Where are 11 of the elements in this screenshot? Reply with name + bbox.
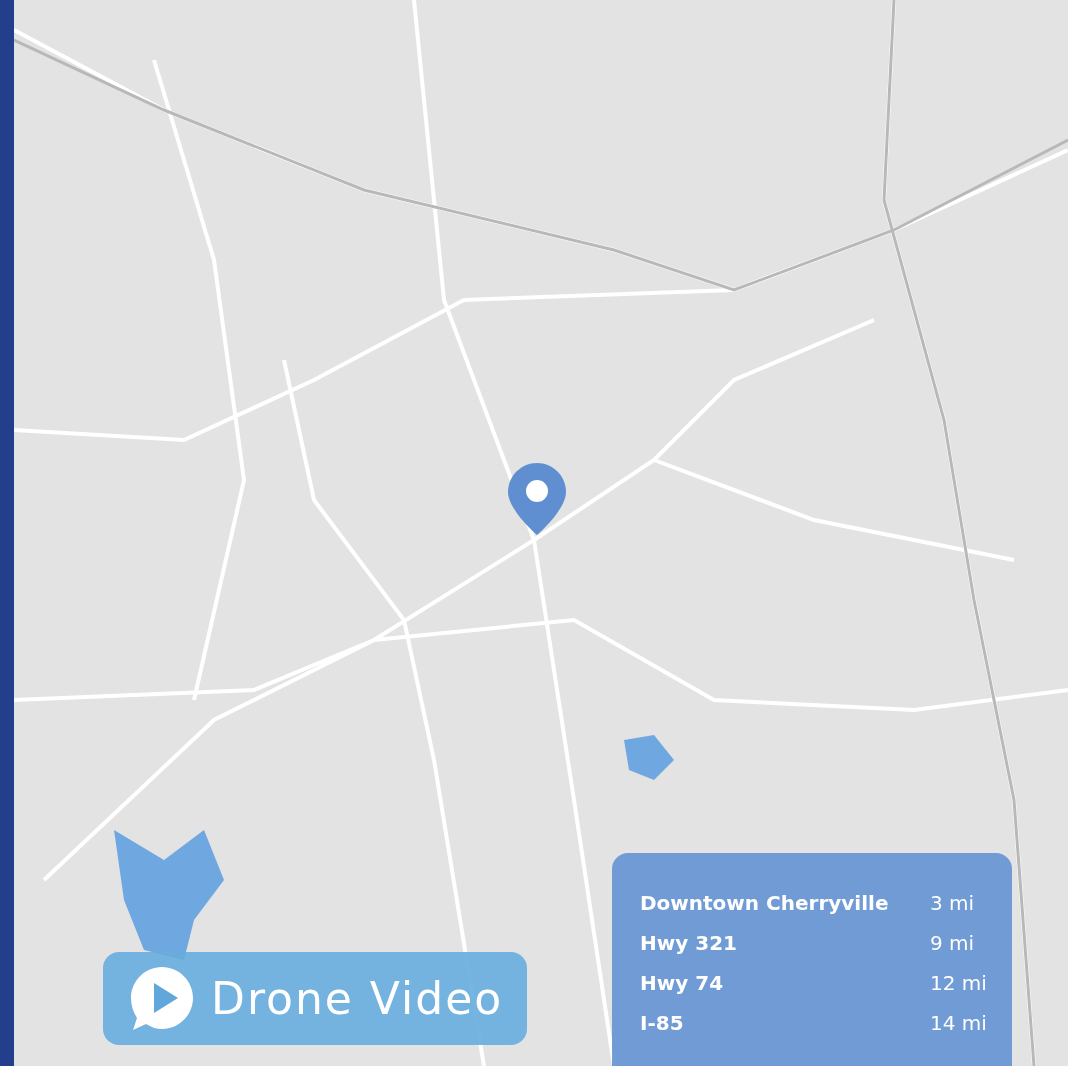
place-name: Downtown Cherryville	[640, 891, 889, 915]
distance-value: 9 mi	[930, 931, 976, 955]
play-bubble-icon	[131, 966, 193, 1031]
distance-value: 3 mi	[930, 891, 976, 915]
distance-value: 12 mi	[930, 971, 988, 995]
distance-value: 14 mi	[930, 1011, 988, 1035]
location-pin-icon	[508, 463, 566, 535]
place-name: I-85	[640, 1011, 684, 1035]
place-name: Hwy 74	[640, 971, 724, 995]
place-name: Hwy 321	[640, 931, 737, 955]
drone-video-button[interactable]: Drone Video	[103, 952, 527, 1045]
